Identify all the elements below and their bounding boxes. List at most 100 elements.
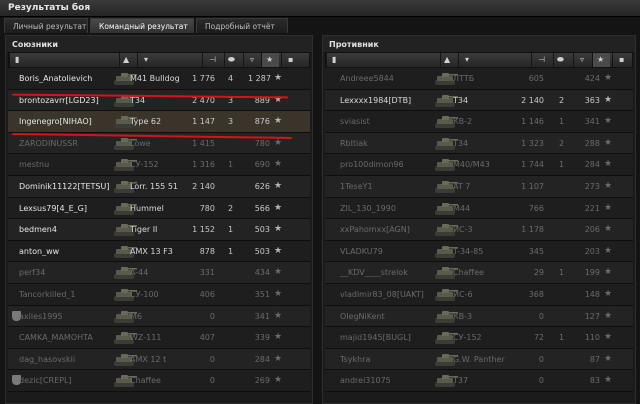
player-row[interactable]: axiles1995 M6 0 341 ★ [8,305,310,328]
player-name: dezic[CREPL] [19,376,72,386]
player-row[interactable]: perf34 A-44 331 434 ★ [8,262,310,284]
star-icon: ★ [274,224,283,235]
sort-kills-button[interactable]: ⬬ [224,53,242,67]
damage-value: 407 [199,333,215,343]
sort-tank-button[interactable]: ▲ [119,53,137,67]
damage-value: 1 178 [521,225,544,235]
tank-icon: ⬬ [228,55,235,64]
player-row[interactable]: dag_hasovskii AMX 12 t 0 284 ★ [8,348,310,371]
player-row[interactable]: anton_ww AMX 13 F3 878 1 503 ★ [8,240,310,263]
tank-name: AT 7 [453,181,471,191]
damage-value: 1 152 [192,225,215,235]
player-row[interactable]: Tsykhra G.W. Panther 0 87 ★ [325,348,633,371]
player-row[interactable]: Lexsus79[4_E_G] Hummel 780 2 566 ★ [8,197,310,220]
sort-squad-button[interactable]: ▮ [326,53,344,67]
tab-personal-result[interactable]: Личный результат [4,18,88,33]
tank-name: WZ-111 [130,333,162,343]
player-row[interactable]: dezic[CREPL] Chaffee 0 269 ★ [8,370,310,392]
xp-value: 566 [254,203,270,213]
star-icon: ★ [604,224,613,235]
xp-value: 876 [254,117,270,127]
player-row[interactable]: pro100dimon96 M40/M43 1 744 1 284 ★ [325,154,633,176]
kills-value: 1 [559,268,565,278]
kills-value: 1 [228,225,234,235]
damage-value: 72 [533,333,544,343]
sort-squad-button[interactable]: ▮ [9,53,27,67]
player-name: anton_ww [19,246,60,256]
player-row[interactable]: Ingenegro[NIHAO] Type 62 1 147 3 876 ★ [8,111,310,133]
sort-kills-button[interactable]: ⬬ [553,53,571,67]
xp-value: 288 [584,138,600,148]
player-row[interactable]: VLADKU79 T-34-85 345 203 ★ [325,240,633,263]
kills-value: 1 [559,117,565,127]
sort-xp-button[interactable]: ▿ [573,53,591,67]
sort-tank-name-button[interactable]: ▾ [458,53,476,67]
player-row[interactable]: CAMKA_MAMOHTA WZ-111 407 339 ★ [8,327,310,349]
player-row[interactable]: majid1945[BUGL] СУ-152 72 1 110 ★ [325,327,633,349]
sort-star-button[interactable]: ★ [592,53,610,67]
medal-icon: ▪ [619,55,625,64]
xp-value: 199 [584,268,600,278]
tab-bar: Личный результат Командный результат Под… [4,18,290,33]
xp-value: 221 [584,203,600,213]
sort-damage-button[interactable]: ⊣ [531,53,549,67]
tab-detailed-report[interactable]: Подробный отчёт [196,18,288,33]
sort-star-button[interactable]: ★ [261,53,279,67]
xp-value: 284 [254,354,270,364]
player-row[interactable]: Rbltiak T34 1 323 2 288 ★ [325,132,633,155]
tank-name: Tiger II [130,225,158,235]
player-row[interactable]: Tancorkilled_1 СУ-100 406 351 ★ [8,283,310,306]
player-name: majid1945[BUGL] [340,333,411,343]
sort-damage-button[interactable]: ⊣ [202,53,220,67]
player-row[interactable]: Lexxxx1984[DTB] T34 2 140 2 363 ★ [325,89,633,112]
star-icon: ★ [274,180,283,191]
xp-value: 503 [254,246,270,256]
tank-name: T-34-85 [453,246,484,256]
tank-name: A-44 [130,268,149,278]
player-row[interactable]: Andreee5844 ЛТТБ 605 424 ★ [325,68,633,90]
player-name: Lexxxx1984[DTB] [340,95,412,105]
xp-value: 363 [584,95,600,105]
tank-name: Type 62 [130,117,162,127]
star-icon: ★ [274,267,283,278]
player-row[interactable]: xxPahomxx[AGN] ИС-3 1 178 206 ★ [325,219,633,241]
sort-tank-name-button[interactable]: ▾ [137,53,155,67]
player-row[interactable]: vladimir83_08[UAKT] ИС-6 368 148 ★ [325,283,633,306]
kills-value: 2 [228,203,234,213]
tank-name: КВ-3 [453,311,473,321]
star-icon: ★ [604,94,613,105]
player-row[interactable]: 1TeseY1 AT 7 1 107 273 ★ [325,175,633,198]
tank-name: Chaffee [130,376,161,386]
tab-team-result[interactable]: Командный результат [90,18,194,33]
player-row[interactable]: bedmen4 Tiger II 1 152 1 503 ★ [8,219,310,241]
damage-value: 1 776 [192,74,215,83]
enemies-column-header: ▮ ▲ ▾ ⊣ ⬬ ▿ ★ ▪ [325,52,633,68]
player-row[interactable]: brontozavrr[LGD23] T34 2 470 3 889 ★ [8,89,310,112]
damage-value: 1 316 [192,160,215,170]
sort-medal-button[interactable]: ▪ [281,53,299,67]
tank-name: ИС-6 [453,289,473,299]
damage-value: 331 [199,268,215,278]
player-row[interactable]: mestnu СУ-152 1 316 1 690 ★ [8,154,310,176]
player-row[interactable]: __KDV____strelok Chaffee 29 1 199 ★ [325,262,633,284]
sort-xp-button[interactable]: ▿ [243,53,261,67]
xp-icon: ▿ [580,55,585,64]
player-name: ZARODINUSSR [19,138,78,148]
kills-value: 2 [559,95,565,105]
star-icon: ★ [274,73,283,83]
player-row[interactable]: sviasist КВ-2 1 146 1 341 ★ [325,111,633,133]
player-row[interactable]: OlegNiKent КВ-3 0 127 ★ [325,305,633,328]
damage-value: 1 744 [521,160,544,170]
sort-medal-button[interactable]: ▪ [612,53,630,67]
player-row[interactable]: andrei31075 T37 0 83 ★ [325,370,633,392]
window-title: Результаты боя [8,3,91,13]
tank-name: КВ-2 [453,117,473,127]
player-row[interactable]: Boris_Anatolievich M41 Bulldog 1 776 4 1 287… [8,68,310,90]
sort-tank-button[interactable]: ▲ [440,53,458,67]
xp-value: 203 [584,246,600,256]
star-icon: ★ [604,353,613,364]
player-row[interactable]: ZIL_130_1990 M44 766 221 ★ [325,197,633,220]
player-name: mestnu [19,160,50,170]
tank-name: Lowe [130,138,151,148]
player-row[interactable]: Dominik11122[TETSU] Lorr. 155 51 2 140 626 ★ [8,175,310,198]
